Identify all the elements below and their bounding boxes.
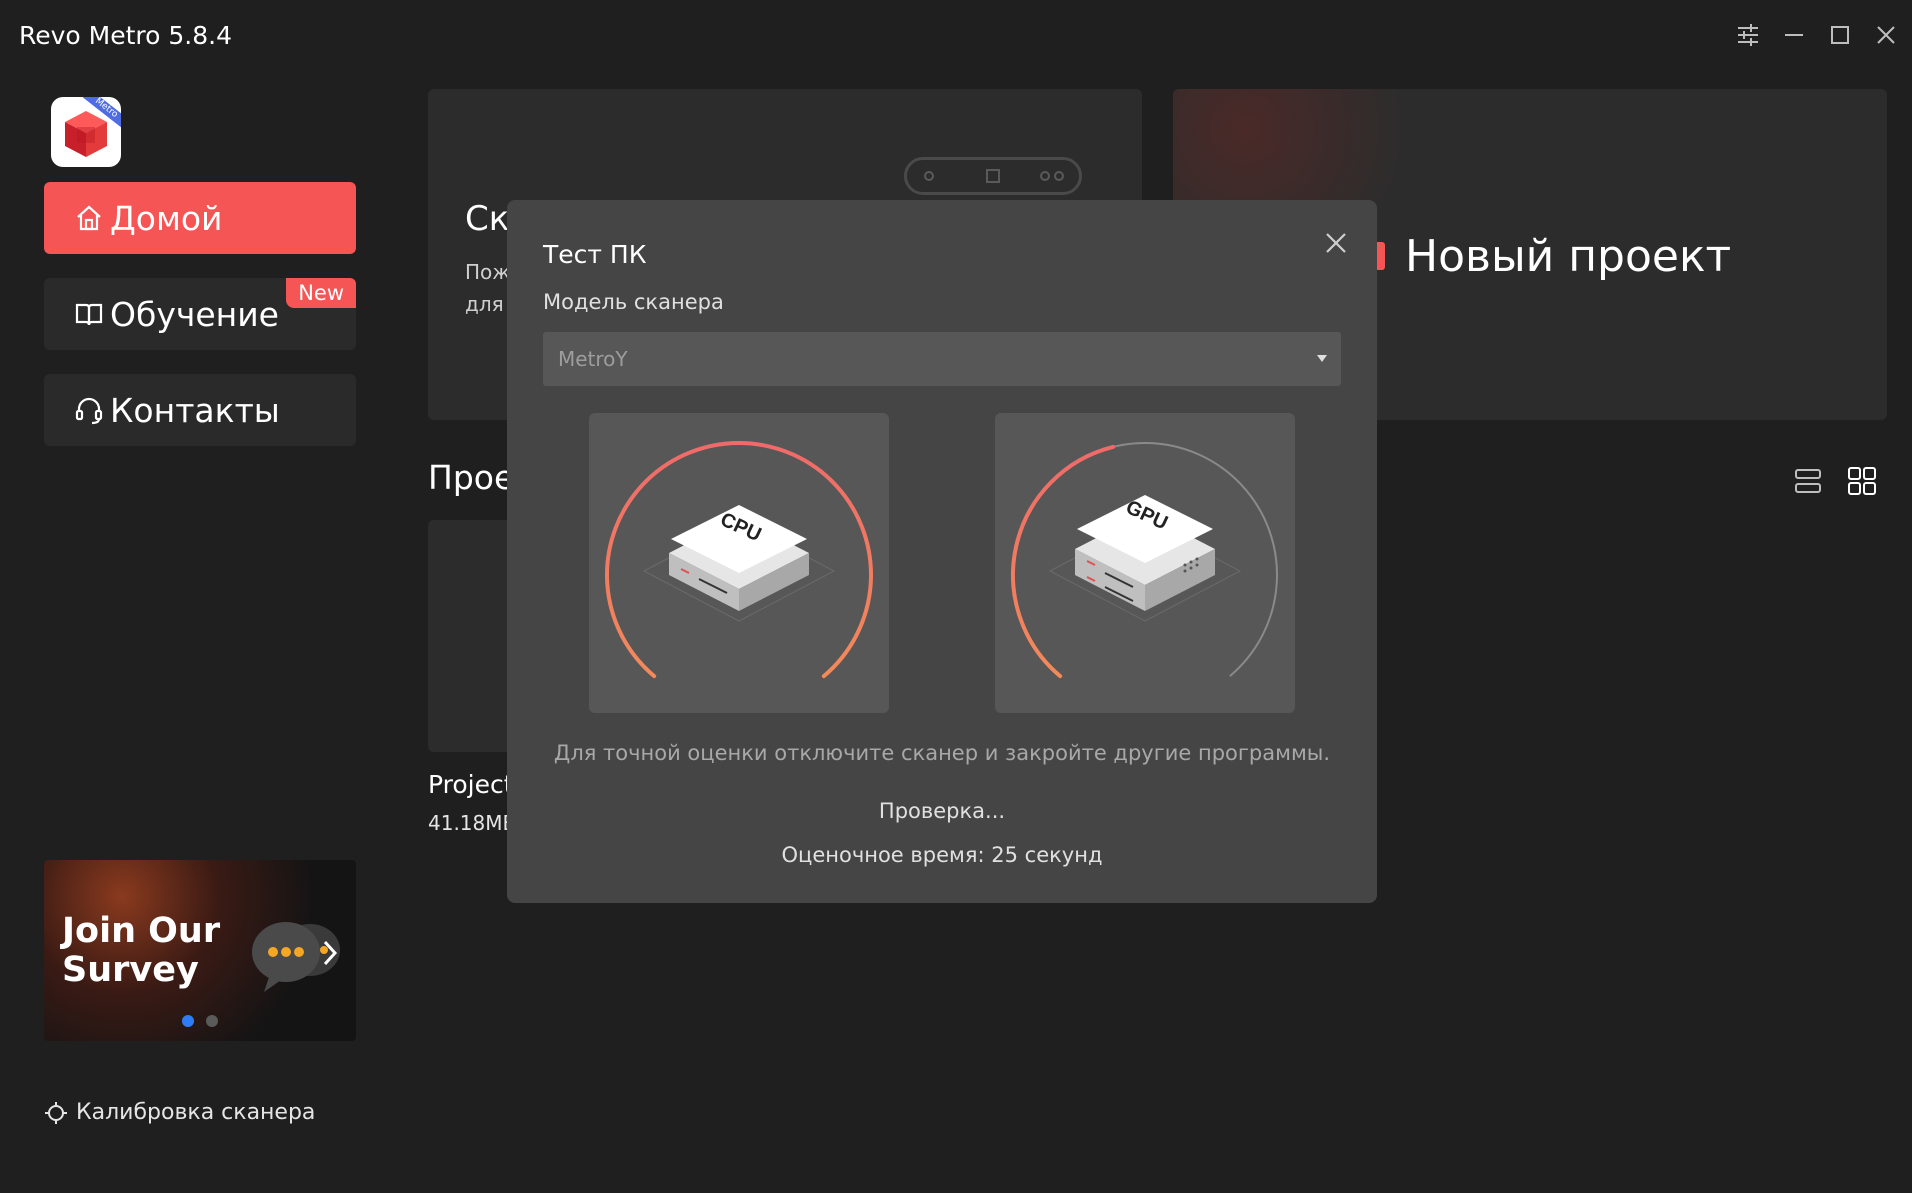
headset-icon (75, 397, 103, 425)
close-window-icon[interactable] (1869, 18, 1903, 52)
crosshair-icon (45, 1101, 67, 1124)
new-badge: New (286, 278, 356, 308)
dialog-note: Для точной оценки отключите сканер и зак… (553, 741, 1331, 765)
grid-view-icon[interactable] (1843, 462, 1881, 500)
carousel-dot[interactable] (206, 1015, 218, 1027)
sidebar-item-label: Контакты (110, 390, 280, 430)
carousel-dot-active[interactable] (182, 1015, 194, 1027)
settings-sliders-icon[interactable] (1731, 18, 1765, 52)
scanner-device-image (904, 157, 1082, 195)
new-project-title: Новый проект (1405, 231, 1732, 282)
sidebar-item-contacts[interactable]: Контакты (44, 374, 356, 446)
pc-test-dialog: Тест ПК Модель сканера MetroY CPU GPU Дл… (507, 200, 1377, 903)
close-icon[interactable] (1319, 226, 1353, 260)
scanner-model-value: MetroY (558, 347, 628, 371)
scanner-model-label: Модель сканера (543, 290, 724, 314)
sidebar-item-tutorials[interactable]: Обучение New (44, 278, 356, 350)
book-icon (75, 303, 103, 326)
project-name[interactable]: Project (428, 770, 514, 799)
scanner-calibration-link[interactable]: Калибровка сканера (44, 1100, 315, 1125)
calibration-label: Калибровка сканера (76, 1100, 316, 1125)
maximize-icon[interactable] (1823, 18, 1857, 52)
title-bar: Revo Metro 5.8.4 (0, 0, 1912, 70)
app-logo: Metro (51, 97, 121, 167)
sidebar-item-label: Домой (110, 198, 223, 238)
chevron-down-icon (1317, 355, 1327, 362)
survey-text: Join Our Survey (62, 911, 221, 990)
dialog-title: Тест ПК (543, 240, 647, 269)
minimize-icon[interactable] (1777, 18, 1811, 52)
gpu-gauge-graphic: GPU (1011, 442, 1278, 679)
chevron-right-icon[interactable] (320, 938, 340, 968)
home-icon (77, 205, 101, 231)
survey-banner[interactable]: Join Our Survey (44, 860, 356, 1041)
cpu-gauge-graphic: CPU (605, 441, 873, 679)
sidebar-item-label: Обучение (110, 294, 279, 334)
scan-card-desc: Пож для (465, 260, 511, 316)
sidebar-item-home[interactable]: Домой (44, 182, 356, 254)
dialog-status: Проверка... (878, 799, 1006, 823)
app-title: Revo Metro 5.8.4 (19, 21, 233, 50)
cpu-gauge: CPU (589, 413, 889, 713)
gpu-gauge: GPU (995, 413, 1295, 713)
list-view-icon[interactable] (1789, 462, 1827, 500)
dialog-eta: Оценочное время: 25 секунд (781, 843, 1103, 867)
project-size: 41.18МБ (428, 811, 517, 835)
scanner-model-select[interactable]: MetroY (543, 332, 1341, 386)
projects-title: Прое (428, 458, 515, 497)
